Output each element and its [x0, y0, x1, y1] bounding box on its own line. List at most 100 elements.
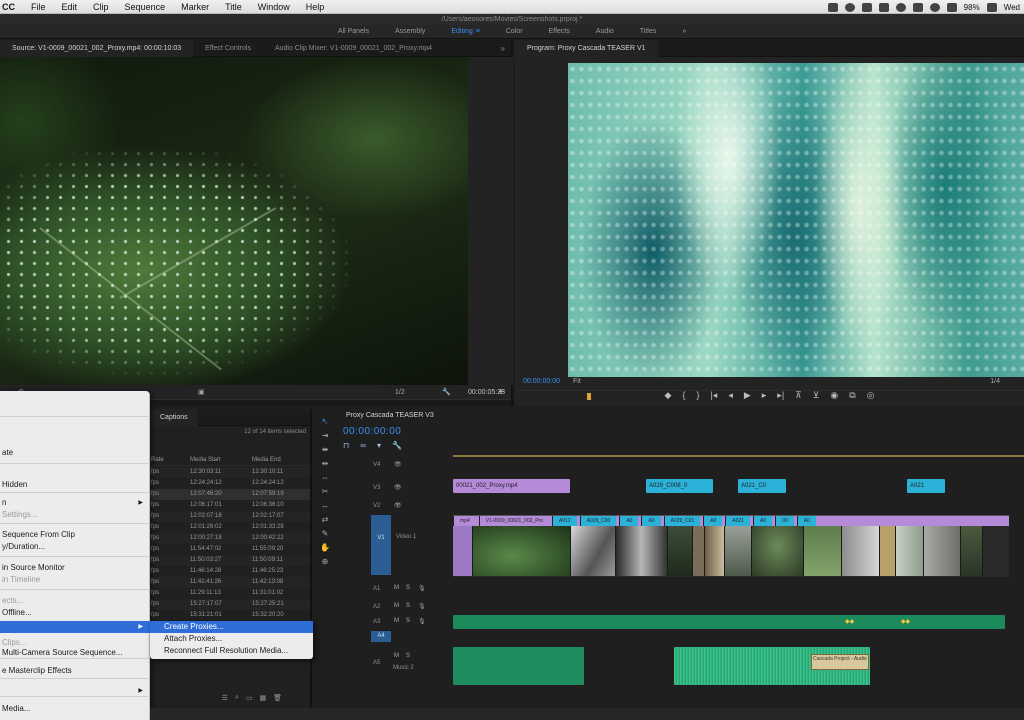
new-item-icon[interactable]: ▦ [259, 694, 266, 706]
timeline-clip[interactable]: A021 [907, 479, 945, 493]
tab-sequence[interactable]: Proxy Cascada TEASER V3 [338, 409, 434, 423]
solo-icon[interactable]: S [406, 618, 410, 624]
play-icon[interactable]: ▶ [744, 390, 751, 401]
safe-margins-icon[interactable]: ▣ [198, 388, 205, 396]
source-fit-dropdown[interactable]: 1/2 [395, 389, 405, 396]
zoom-tool-icon[interactable]: ⊕ [322, 557, 329, 566]
clip-thumbnail[interactable] [961, 526, 983, 576]
comparison-icon[interactable]: ⧉ [849, 390, 855, 401]
add-marker-icon[interactable]: ▾ [377, 441, 381, 450]
mark-out-icon[interactable]: } [696, 390, 699, 400]
shield-icon[interactable] [878, 2, 889, 12]
v1-track-clips[interactable]: mp4 V1-0009_00021_002_Pro A012 A029_C00 A0 A0… [453, 515, 1009, 577]
menu-edit[interactable]: Edit [54, 0, 86, 14]
track-target-v1[interactable]: V1 [371, 515, 391, 575]
context-menu-item[interactable]: ate [0, 447, 150, 459]
mute-icon[interactable]: M [394, 585, 399, 591]
tab-audio-clip-mixer[interactable]: Audio Clip Mixer: V1-0009_00021_002_Prox… [263, 40, 444, 57]
clip-thumbnail[interactable] [453, 526, 473, 576]
new-bin-icon[interactable]: ▭ [246, 694, 253, 706]
clip-thumbnail[interactable] [473, 526, 571, 576]
search-icon[interactable]: ⌕ [235, 694, 239, 706]
workspace-titles[interactable]: Titles [627, 25, 669, 38]
tab-source[interactable]: Source: V1-0009_00021_002_Proxy.mp4: 00:… [0, 39, 194, 57]
clip-thumbnail[interactable] [842, 526, 880, 576]
menu-window[interactable]: Window [250, 0, 298, 14]
volume-icon[interactable] [946, 2, 957, 12]
trash-icon[interactable]: 🗑 [273, 694, 282, 706]
export-frame-icon[interactable]: ◉ [830, 390, 838, 401]
menu-title[interactable]: Title [217, 0, 250, 14]
track-select-tool-icon[interactable]: ⇥ [322, 431, 329, 440]
track-target-a4[interactable]: A4 [371, 631, 391, 642]
workspace-all-panels[interactable]: All Panels [325, 25, 382, 38]
context-menu-item[interactable]: e Masterclip Effects [0, 665, 150, 677]
clip-thumbnail[interactable] [804, 526, 842, 576]
mute-icon[interactable]: M [394, 603, 399, 609]
eye-icon[interactable]: 👁 [394, 484, 402, 491]
clock[interactable]: Wed [1004, 3, 1020, 12]
mic-icon[interactable]: 🎙 [418, 585, 426, 592]
eye-icon[interactable]: 👁 [394, 461, 402, 468]
context-menu-item[interactable]: Offline... [0, 607, 150, 619]
vr-icon[interactable]: ◎ [867, 390, 875, 401]
mute-icon[interactable]: M [394, 653, 399, 659]
rolling-edit-tool-icon[interactable]: ⇹ [322, 459, 329, 468]
context-menu-item[interactable]: y/Duration... [0, 541, 150, 553]
ripple-edit-tool-icon[interactable]: ⇼ [322, 445, 329, 454]
menu-clip[interactable]: Clip [85, 0, 117, 14]
menu-marker[interactable]: Marker [173, 0, 217, 14]
tab-program[interactable]: Program: Proxy Cascada TEASER V1 [515, 39, 658, 57]
table-row[interactable]: fps 15:27:17:07 15:27:25:21 [150, 599, 310, 610]
table-row[interactable]: fps 15:31:21:01 15:32:20:20 [150, 610, 310, 621]
context-menu-item[interactable]: Hidden [0, 479, 150, 491]
tab-effect-controls[interactable]: Effect Controls [193, 40, 263, 57]
workspace-assembly[interactable]: Assembly [382, 25, 438, 38]
context-menu-item[interactable]: ▶ [0, 685, 150, 697]
workspace-menu-icon[interactable]: ≡ [476, 28, 480, 35]
pen-tool-icon[interactable]: ✎ [322, 529, 329, 538]
solo-icon[interactable]: S [406, 585, 410, 591]
timeline-ruler[interactable] [453, 449, 1024, 457]
sync-icon[interactable] [844, 2, 855, 12]
mark-in-icon[interactable]: { [682, 390, 685, 400]
clip-thumbnail[interactable] [668, 526, 693, 576]
clip-thumbnail[interactable] [880, 526, 896, 576]
table-row[interactable]: fps 11:54:47:02 11:55:09:20 [150, 544, 310, 555]
table-row[interactable]: fps 12:01:26:02 12:01:33:28 [150, 522, 310, 533]
timeline-timecode[interactable]: 00:00:00:00 [343, 426, 401, 437]
solo-icon[interactable]: S [406, 653, 410, 659]
wrench-icon[interactable]: 🔧 [442, 388, 451, 396]
timemachine-icon[interactable] [895, 2, 906, 12]
timeline-clip[interactable]: 00021_002_Proxy.mp4 [453, 479, 570, 493]
context-menu-item[interactable]: n ▶ [0, 497, 150, 509]
rate-stretch-tool-icon[interactable]: ⇔ [321, 473, 329, 482]
timeline-clip[interactable]: A029_C008_0 [646, 479, 713, 493]
col-media-start[interactable]: Media Start [190, 455, 252, 465]
battery-icon[interactable] [986, 2, 997, 12]
dropbox-icon[interactable] [861, 2, 872, 12]
table-row[interactable]: fps 12:24:24:12 12:24:24:12 [150, 478, 310, 489]
solo-icon[interactable]: S [406, 603, 410, 609]
mic-icon[interactable]: 🎙 [418, 603, 426, 610]
creative-cloud-icon[interactable] [827, 2, 838, 12]
wrench-icon[interactable]: 🔧 [392, 441, 402, 450]
reconnect-full-resolution-item[interactable]: Reconnect Full Resolution Media... [150, 645, 313, 657]
slide-tool-icon[interactable]: ⇄ [322, 515, 329, 524]
lift-icon[interactable]: ⊼ [795, 390, 802, 401]
audio-clip-a3[interactable]: ◆◆ ◆◆ [453, 615, 1005, 629]
audio-clip-music-1[interactable] [453, 647, 584, 685]
clip-thumbnail[interactable] [924, 526, 961, 576]
extract-icon[interactable]: ⊻ [813, 390, 820, 401]
step-back-icon[interactable]: ◂ [728, 390, 733, 401]
col-rate[interactable]: Rate [150, 455, 190, 465]
table-row[interactable]: fps 11:29:11:13 11:31:01:02 [150, 588, 310, 599]
timeline-clip[interactable]: A021_C0 [738, 479, 786, 493]
go-to-out-icon[interactable]: ▸| [777, 390, 784, 401]
attach-proxies-item[interactable]: Attach Proxies... [150, 633, 313, 645]
clip-thumbnail[interactable] [725, 526, 752, 576]
table-row[interactable]: fps 11:50:03:27 11:50:09:11 [150, 555, 310, 566]
col-media-end[interactable]: Media End [252, 455, 310, 465]
hand-tool-icon[interactable]: ✋ [320, 543, 330, 552]
battery-percent[interactable]: 98% [964, 3, 980, 12]
